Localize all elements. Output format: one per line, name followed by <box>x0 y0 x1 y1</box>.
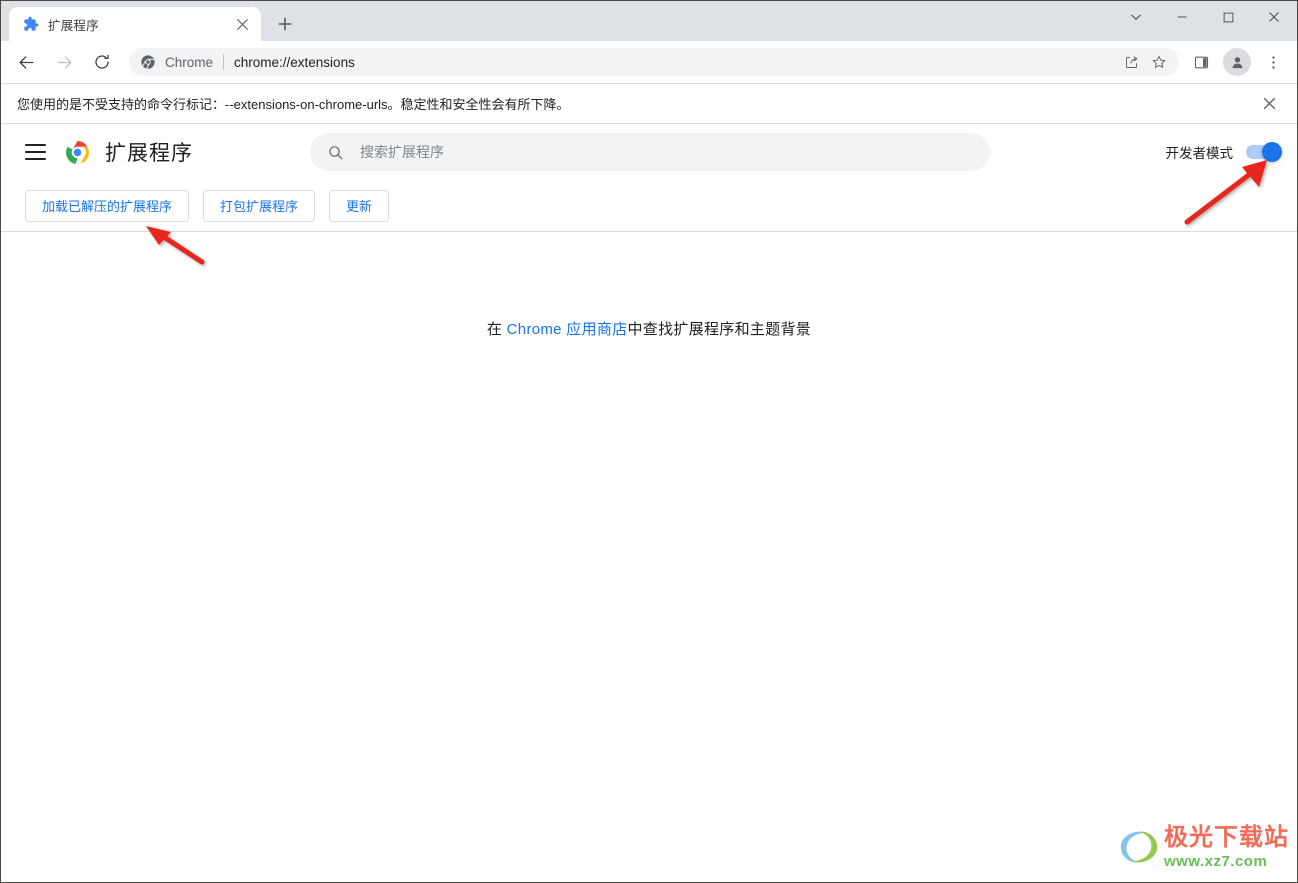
extensions-page: 扩展程序 开发者模式 加载已解压的扩展程序 打包扩展程序 <box>1 124 1297 881</box>
site-watermark: 极光下载站 www.xz7.com <box>1116 824 1289 870</box>
new-tab-button[interactable] <box>271 10 299 38</box>
empty-state-message: 在 Chrome 应用商店中查找扩展程序和主题背景 <box>487 318 811 339</box>
chrome-menu-icon[interactable] <box>1257 46 1289 78</box>
bookmark-star-icon[interactable] <box>1147 50 1171 74</box>
window-controls <box>1113 1 1297 33</box>
toolbar-right-actions <box>1185 46 1289 78</box>
window-maximize-button[interactable] <box>1205 1 1251 33</box>
load-unpacked-button[interactable]: 加载已解压的扩展程序 <box>25 189 190 222</box>
extensions-empty-state: 在 Chrome 应用商店中查找扩展程序和主题背景 <box>1 232 1297 339</box>
developer-mode-control: 开发者模式 <box>1166 142 1284 162</box>
browser-window: 扩展程序 Chrome chrome://extensions 您使用的是不受支… <box>0 0 1298 883</box>
infobar-message: 您使用的是不受支持的命令行标记：--extensions-on-chrome-u… <box>17 97 570 112</box>
toggle-knob <box>1262 142 1282 162</box>
pack-extension-button[interactable]: 打包扩展程序 <box>203 189 316 222</box>
extensions-header: 扩展程序 开发者模式 <box>1 124 1297 180</box>
watermark-title: 极光下载站 <box>1164 823 1289 851</box>
page-title: 扩展程序 <box>105 142 193 165</box>
window-expand-button[interactable] <box>1113 1 1159 33</box>
puzzle-piece-icon <box>23 16 39 32</box>
tab-close-icon[interactable] <box>233 15 251 33</box>
empty-state-suffix: 中查找扩展程序和主题背景 <box>627 321 812 338</box>
watermark-swirl-icon <box>1116 824 1162 870</box>
browser-toolbar: Chrome chrome://extensions <box>1 41 1297 84</box>
omnibox-actions <box>1119 50 1171 74</box>
chrome-web-store-link[interactable]: Chrome 应用商店 <box>507 321 628 338</box>
watermark-text: 极光下载站 www.xz7.com <box>1164 823 1289 870</box>
search-extensions-box[interactable] <box>310 133 990 171</box>
empty-state-prefix: 在 <box>486 321 507 338</box>
omnibox-url-text: chrome://extensions <box>234 54 355 70</box>
forward-button[interactable] <box>47 45 81 79</box>
browser-tab-extensions[interactable]: 扩展程序 <box>9 7 261 41</box>
search-input[interactable] <box>358 143 974 161</box>
chrome-logo-icon <box>65 140 90 165</box>
reload-button[interactable] <box>85 45 119 79</box>
tab-title: 扩展程序 <box>48 18 99 33</box>
search-icon <box>326 143 344 161</box>
profile-avatar[interactable] <box>1223 48 1251 76</box>
command-line-warning-infobar: 您使用的是不受支持的命令行标记：--extensions-on-chrome-u… <box>1 84 1297 124</box>
watermark-url: www.xz7.com <box>1164 852 1268 870</box>
extensions-action-toolbar: 加载已解压的扩展程序 打包扩展程序 更新 <box>1 180 1297 232</box>
side-panel-icon[interactable] <box>1185 46 1217 78</box>
omnibox-divider <box>223 54 225 70</box>
window-minimize-button[interactable] <box>1159 1 1205 33</box>
back-button[interactable] <box>9 45 43 79</box>
hamburger-menu-icon[interactable] <box>25 138 53 166</box>
window-close-button[interactable] <box>1251 1 1297 33</box>
developer-mode-toggle[interactable] <box>1246 142 1282 162</box>
omnibox-scheme-label: Chrome <box>165 54 214 70</box>
share-icon[interactable] <box>1119 50 1143 74</box>
infobar-close-icon[interactable] <box>1255 90 1283 118</box>
update-button[interactable]: 更新 <box>329 189 390 222</box>
address-bar[interactable]: Chrome chrome://extensions <box>129 48 1179 76</box>
developer-mode-label: 开发者模式 <box>1165 146 1234 161</box>
chrome-grey-icon <box>140 54 156 70</box>
tab-strip: 扩展程序 <box>1 1 1297 41</box>
